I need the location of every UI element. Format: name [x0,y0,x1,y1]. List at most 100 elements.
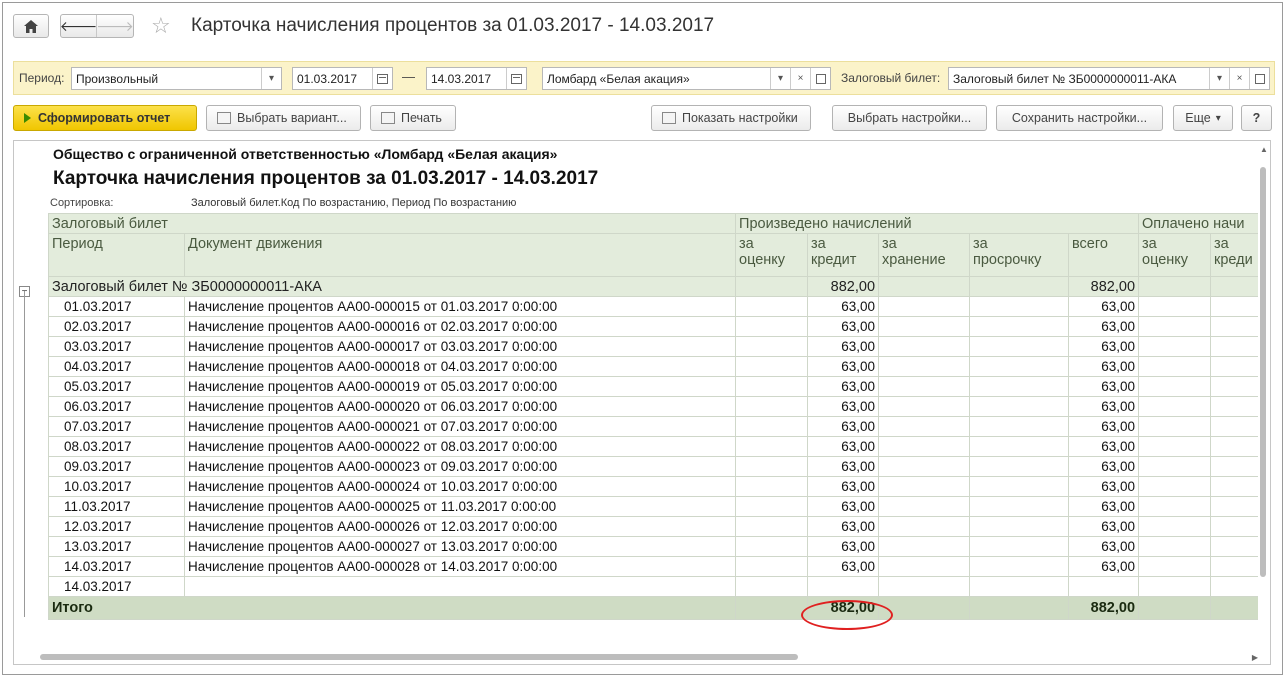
report-organization: Общество с ограниченной ответственностью… [53,146,558,162]
home-button[interactable] [13,14,49,38]
cell-period: 02.03.2017 [48,316,185,337]
organization-dropdown-button[interactable]: ▾ [770,68,790,89]
date-dash: — [402,69,415,84]
print-button[interactable]: Печать [370,105,456,131]
total-paid-eval [1138,596,1212,620]
cell-total: 63,00 [1068,496,1140,517]
cell-paid-credit [1210,336,1258,357]
horizontal-scroll-thumb[interactable] [40,654,798,660]
cell-eval [735,296,809,317]
cell-document: Начисление процентов АА00-000028 от 14.0… [183,556,737,577]
cell-total: 63,00 [1068,516,1140,537]
cell-total: 63,00 [1068,476,1140,497]
save-settings-button[interactable]: Сохранить настройки... [996,105,1163,131]
cell-paid-credit [1210,436,1258,457]
table-row[interactable]: 10.03.2017 Начисление процентов АА00-0000… [48,476,1258,497]
scroll-up-icon[interactable]: ▲ [1260,145,1268,154]
period-dropdown-button[interactable]: ▾ [261,68,281,89]
table-row[interactable]: 04.03.2017 Начисление процентов АА00-0000… [48,356,1258,377]
table-row[interactable]: 09.03.2017 Начисление процентов АА00-0000… [48,456,1258,477]
header-total: всего [1068,233,1140,277]
organization-field[interactable]: Ломбард «Белая акация» ▾ × [542,67,831,90]
date-from-field[interactable]: 01.03.2017 [292,67,393,90]
table-row[interactable]: 11.03.2017 Начисление процентов АА00-0000… [48,496,1258,517]
horizontal-scrollbar[interactable]: ▶ [38,653,1258,662]
cell-overdue [969,416,1070,437]
header-storage: за хранение [878,233,971,277]
report-area[interactable]: Общество с ограниченной ответственностью… [13,140,1271,665]
cell-paid-credit [1210,576,1258,597]
choose-variant-button[interactable]: Выбрать вариант... [206,105,361,131]
back-button[interactable]: 🡐 [60,15,97,37]
ticket-dropdown-button[interactable]: ▾ [1209,68,1229,89]
table-row[interactable]: 13.03.2017 Начисление процентов АА00-0000… [48,536,1258,557]
cell-storage [878,576,971,597]
table-row[interactable]: 05.03.2017 Начисление процентов АА00-0000… [48,376,1258,397]
date-to-field[interactable]: 14.03.2017 [426,67,527,90]
header-document: Документ движения [183,233,737,277]
data-rows: 01.03.2017 Начисление процентов АА00-0000… [48,296,1258,597]
cell-storage [878,376,971,397]
vertical-scrollbar[interactable]: ▲ [1259,145,1268,629]
cell-eval [735,456,809,477]
cell-document: Начисление процентов АА00-000027 от 13.0… [183,536,737,557]
cell-storage [878,416,971,437]
cell-period: 07.03.2017 [48,416,185,437]
organization-open-button[interactable] [810,68,830,89]
show-settings-button[interactable]: Показать настройки [651,105,811,131]
generate-report-button[interactable]: Сформировать отчет [13,105,197,131]
variant-icon [217,112,231,124]
cell-eval [735,556,809,577]
table-row[interactable]: 02.03.2017 Начисление процентов АА00-0000… [48,316,1258,337]
table-row[interactable]: 14.03.2017 [48,576,1258,597]
cell-overdue [969,496,1070,517]
favorite-star-icon[interactable]: ☆ [151,13,171,39]
chevron-down-icon: ▾ [1216,73,1223,84]
cell-document: Начисление процентов АА00-000019 от 05.0… [183,376,737,397]
vertical-scroll-thumb[interactable] [1260,167,1266,577]
cell-paid-credit [1210,496,1258,517]
scroll-right-icon[interactable]: ▶ [1252,653,1258,662]
cell-credit: 63,00 [807,476,880,497]
table-row[interactable]: 14.03.2017 Начисление процентов АА00-0000… [48,556,1258,577]
group-eval [735,276,809,297]
help-label: ? [1252,111,1261,125]
period-select[interactable]: Произвольный ▾ [71,67,282,90]
organization-clear-button[interactable]: × [790,68,810,89]
cell-credit: 63,00 [807,356,880,377]
table-row[interactable]: 07.03.2017 Начисление процентов АА00-0000… [48,416,1258,437]
more-button[interactable]: Еще ▾ [1173,105,1233,131]
group-paid-credit [1210,276,1258,297]
table-row[interactable]: 06.03.2017 Начисление процентов АА00-0000… [48,396,1258,417]
help-button[interactable]: ? [1241,105,1272,131]
cell-document: Начисление процентов АА00-000016 от 02.0… [183,316,737,337]
ticket-clear-button[interactable]: × [1229,68,1249,89]
ticket-field[interactable]: Залоговый билет № ЗБ0000000011-АКА ▾ × [948,67,1270,90]
cell-document: Начисление процентов АА00-000020 от 06.0… [183,396,737,417]
cell-paid-credit [1210,516,1258,537]
cell-storage [878,556,971,577]
cell-overdue [969,456,1070,477]
ticket-open-button[interactable] [1249,68,1269,89]
period-label: Период: [19,71,65,85]
date-from-calendar-button[interactable] [372,68,392,89]
cell-paid-eval [1138,576,1212,597]
forward-button[interactable]: 🡒 [96,15,134,37]
table-row[interactable]: 08.03.2017 Начисление процентов АА00-0000… [48,436,1258,457]
table-row[interactable]: 03.03.2017 Начисление процентов АА00-0000… [48,336,1258,357]
ticket-value: Залоговый билет № ЗБ0000000011-АКА [953,72,1177,86]
cell-overdue [969,436,1070,457]
chevron-down-icon: ▾ [777,73,784,84]
group-row[interactable]: Залоговый билет № ЗБ0000000011-АКА 882,0… [48,276,1258,297]
date-to-calendar-button[interactable] [506,68,526,89]
total-row[interactable]: Итого 882,00 882,00 [48,596,1258,620]
table-row[interactable]: 12.03.2017 Начисление процентов АА00-0000… [48,516,1258,537]
table-row[interactable]: 01.03.2017 Начисление процентов АА00-0000… [48,296,1258,317]
choose-settings-button[interactable]: Выбрать настройки... [832,105,987,131]
cell-period: 03.03.2017 [48,336,185,357]
cell-eval [735,396,809,417]
cell-document: Начисление процентов АА00-000024 от 10.0… [183,476,737,497]
cell-total: 63,00 [1068,296,1140,317]
navigation-buttons: 🡐 🡒 [60,14,134,38]
cell-total: 63,00 [1068,556,1140,577]
